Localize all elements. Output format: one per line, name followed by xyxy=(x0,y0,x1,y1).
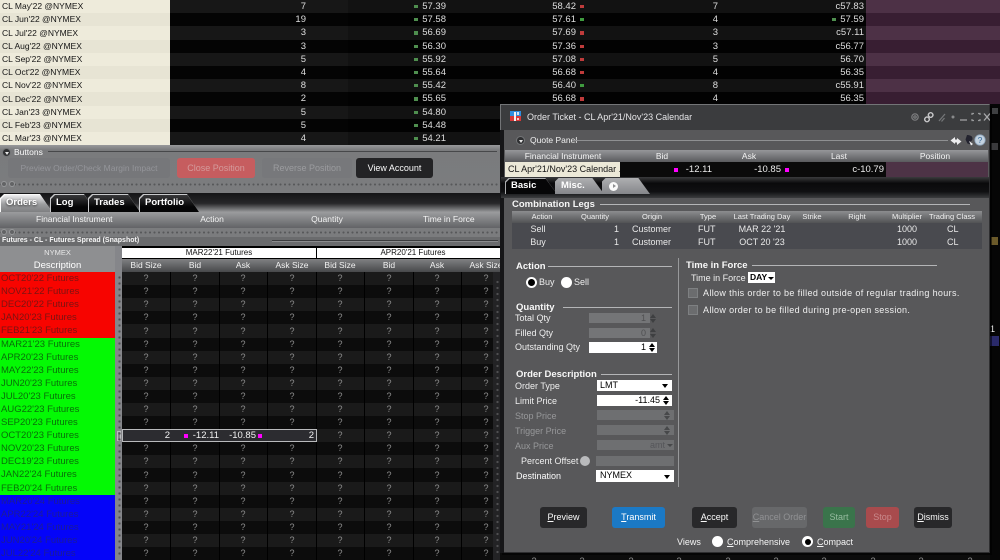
svg-text:?: ? xyxy=(978,135,983,145)
